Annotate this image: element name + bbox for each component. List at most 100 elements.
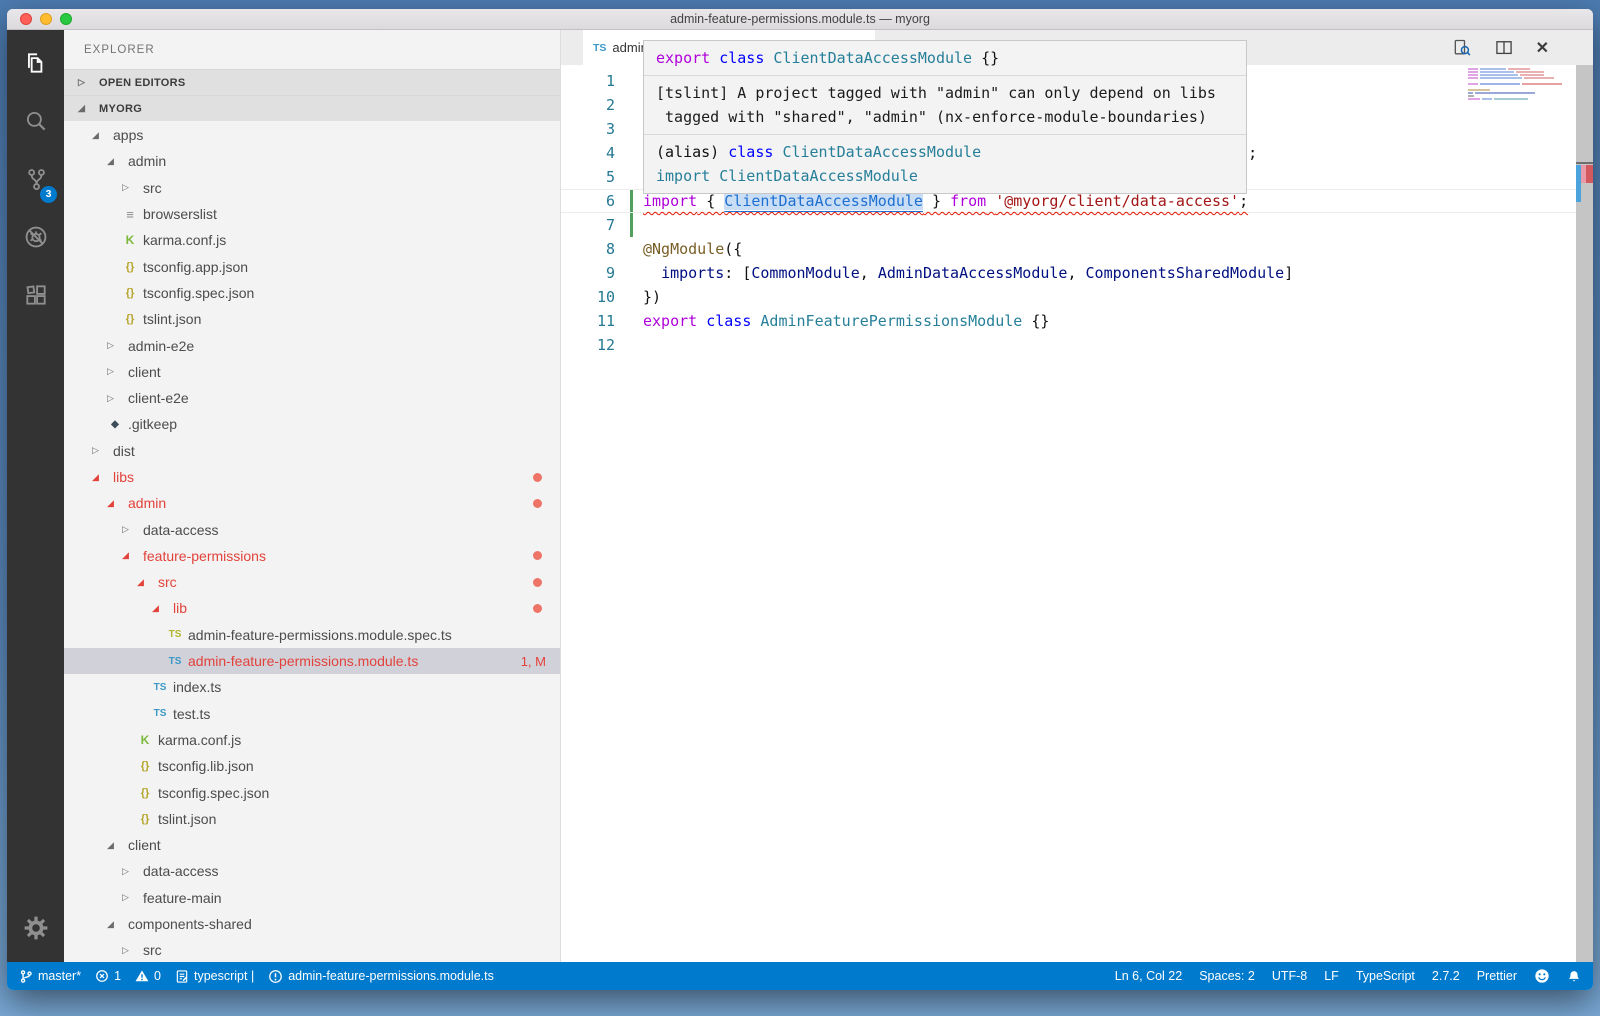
tree-item-libs[interactable]: ◢libs <box>64 464 560 490</box>
tree-item-apps[interactable]: ◢ apps <box>64 122 560 148</box>
tree-item-tsconfig.app.json[interactable]: {}tsconfig.app.json <box>64 253 560 279</box>
line-text[interactable]: }) <box>643 285 661 309</box>
activity-search-button[interactable] <box>7 94 64 152</box>
tree-item-label: dist <box>113 443 135 459</box>
chevron-down-icon[interactable]: ◢ <box>137 577 153 588</box>
tree-item-client[interactable]: ◢ client <box>64 832 560 858</box>
code-area[interactable]: 123 ;4 ';56import { ClientDataAccessModu… <box>561 65 1593 962</box>
tree-item-src[interactable]: ▷src <box>64 937 560 962</box>
chevron-right-icon[interactable]: ▷ <box>107 393 123 404</box>
open-editors-section[interactable]: ▷OPEN EDITORS <box>64 69 560 95</box>
status-prettier[interactable]: Prettier <box>1477 969 1517 983</box>
tree-item-data-access[interactable]: ▷data-access <box>64 516 560 542</box>
chevron-right-icon[interactable]: ▷ <box>122 182 138 193</box>
tree-item-karma.conf.js[interactable]: Kkarma.conf.js <box>64 227 560 253</box>
activity-debug-button[interactable] <box>7 210 64 268</box>
chevron-down-icon[interactable]: ◢ <box>122 550 138 561</box>
tree-item-label: client <box>128 837 161 853</box>
status-git-status[interactable]: master* <box>19 969 81 984</box>
tree-item-karma.conf.js[interactable]: Kkarma.conf.js <box>64 727 560 753</box>
chevron-right-icon[interactable]: ▷ <box>122 524 138 535</box>
chevron-down-icon[interactable]: ◢ <box>152 603 168 614</box>
workspace-root-section[interactable]: ◢MYORG <box>64 95 560 121</box>
tree-item-tsconfig.spec.json[interactable]: {}tsconfig.spec.json <box>64 779 560 805</box>
tree-item-tslint.json[interactable]: {}tslint.json <box>64 306 560 332</box>
chevron-down-icon[interactable]: ◢ <box>107 919 123 930</box>
status-warning-count[interactable]: 0 <box>135 969 161 983</box>
close-editor-button[interactable]: ✕ <box>1536 38 1549 58</box>
gutter-modified-indicator <box>630 333 633 357</box>
chevron-right-icon[interactable]: ▷ <box>107 366 123 377</box>
tree-item-tslint.json[interactable]: {}tslint.json <box>64 806 560 832</box>
gutter-modified-indicator <box>630 237 633 261</box>
chevron-right-icon[interactable]: ▷ <box>122 945 138 956</box>
tree-item-client-e2e[interactable]: ▷client-e2e <box>64 385 560 411</box>
status-problem-file[interactable]: admin-feature-permissions.module.ts <box>268 969 494 984</box>
tree-item-feature-permissions[interactable]: ◢feature-permissions <box>64 543 560 569</box>
status-indentation[interactable]: Spaces: 2 <box>1199 969 1255 983</box>
status-ts-version[interactable]: 2.7.2 <box>1432 969 1460 983</box>
status-eol[interactable]: LF <box>1324 969 1339 983</box>
activity-source-control-button[interactable]: 3 <box>7 152 64 210</box>
open-preview-button[interactable] <box>1452 38 1472 58</box>
tree-item-lib[interactable]: ◢lib <box>64 595 560 621</box>
tree-item-tsconfig.spec.json[interactable]: {}tsconfig.spec.json <box>64 280 560 306</box>
gutter-modified-indicator <box>630 117 633 141</box>
tree-item-client[interactable]: ▷client <box>64 359 560 385</box>
status-error-count[interactable]: 1 <box>95 969 121 983</box>
code-line-7[interactable]: 7 <box>561 213 1593 237</box>
line-text[interactable]: export class AdminFeaturePermissionsModu… <box>643 309 1049 333</box>
line-text[interactable]: imports: [CommonModule, AdminDataAccessM… <box>643 261 1293 285</box>
tree-item-browserslist[interactable]: ≡browserslist <box>64 201 560 227</box>
chevron-down-icon[interactable]: ◢ <box>107 840 123 851</box>
status-feedback[interactable] <box>1534 968 1550 984</box>
line-text[interactable]: @NgModule({ <box>643 237 742 261</box>
tree-item-admin[interactable]: ◢admin <box>64 490 560 516</box>
tree-item-label: apps <box>113 127 143 143</box>
tree-item-admin-e2e[interactable]: ▷admin-e2e <box>64 332 560 358</box>
tree-item-dist[interactable]: ▷ dist <box>64 438 560 464</box>
modified-dot-badge <box>533 499 542 508</box>
overview-ruler[interactable] <box>1576 65 1593 962</box>
chevron-right-icon[interactable]: ▷ <box>107 340 123 351</box>
minimap[interactable] <box>1460 68 1576 101</box>
extensions-icon <box>23 282 49 313</box>
tree-item-.gitkeep[interactable]: ◆.gitkeep <box>64 411 560 437</box>
tree-item-feature-main[interactable]: ▷feature-main <box>64 885 560 911</box>
activity-extensions-button[interactable] <box>7 268 64 326</box>
tree-item-admin[interactable]: ◢admin <box>64 148 560 174</box>
activity-explorer-button[interactable] <box>7 36 64 94</box>
status-encoding[interactable]: UTF-8 <box>1272 969 1307 983</box>
ruler-error-mark <box>1586 165 1593 183</box>
tree-item-index.ts[interactable]: TSindex.ts <box>64 674 560 700</box>
tree-item-admin-feature-permissions.module.spec.ts[interactable]: TSadmin-feature-permissions.module.spec.… <box>64 622 560 648</box>
tree-item-src[interactable]: ◢src <box>64 569 560 595</box>
tree-item-components-shared[interactable]: ◢components-shared <box>64 911 560 937</box>
code-line-8[interactable]: 8@NgModule({ <box>561 237 1593 261</box>
tree-item-src[interactable]: ▷src <box>64 175 560 201</box>
chevron-right-icon[interactable]: ▷ <box>92 445 108 456</box>
chevron-down-icon[interactable]: ◢ <box>107 156 123 167</box>
chevron-down-icon[interactable]: ◢ <box>107 498 123 509</box>
tree-item-test.ts[interactable]: TStest.ts <box>64 701 560 727</box>
tree-item-label: karma.conf.js <box>158 732 241 748</box>
code-line-9[interactable]: 9 imports: [CommonModule, AdminDataAcces… <box>561 261 1593 285</box>
settings-gear-button[interactable] <box>7 910 64 950</box>
chevron-down-icon[interactable]: ◢ <box>92 472 108 483</box>
files-icon <box>23 50 49 81</box>
code-line-10[interactable]: 10}) <box>561 285 1593 309</box>
chevron-right-icon[interactable]: ▷ <box>122 866 138 877</box>
tree-item-data-access[interactable]: ▷data-access <box>64 858 560 884</box>
status-tslint-status[interactable]: typescript | <box>175 969 254 984</box>
chevron-right-icon[interactable]: ▷ <box>122 892 138 903</box>
chevron-down-icon[interactable]: ◢ <box>92 130 108 141</box>
status-label: 2.7.2 <box>1432 969 1460 983</box>
status-language-mode[interactable]: TypeScript <box>1356 969 1415 983</box>
split-editor-button[interactable] <box>1494 38 1514 58</box>
status-cursor-position[interactable]: Ln 6, Col 22 <box>1115 969 1182 983</box>
tree-item-tsconfig.lib.json[interactable]: {}tsconfig.lib.json <box>64 753 560 779</box>
tree-item-admin-feature-permissions.module.ts[interactable]: TSadmin-feature-permissions.module.ts1, … <box>64 648 560 674</box>
status-notifications[interactable] <box>1567 969 1581 984</box>
code-line-12[interactable]: 12 <box>561 333 1593 357</box>
code-line-11[interactable]: 11export class AdminFeaturePermissionsMo… <box>561 309 1593 333</box>
